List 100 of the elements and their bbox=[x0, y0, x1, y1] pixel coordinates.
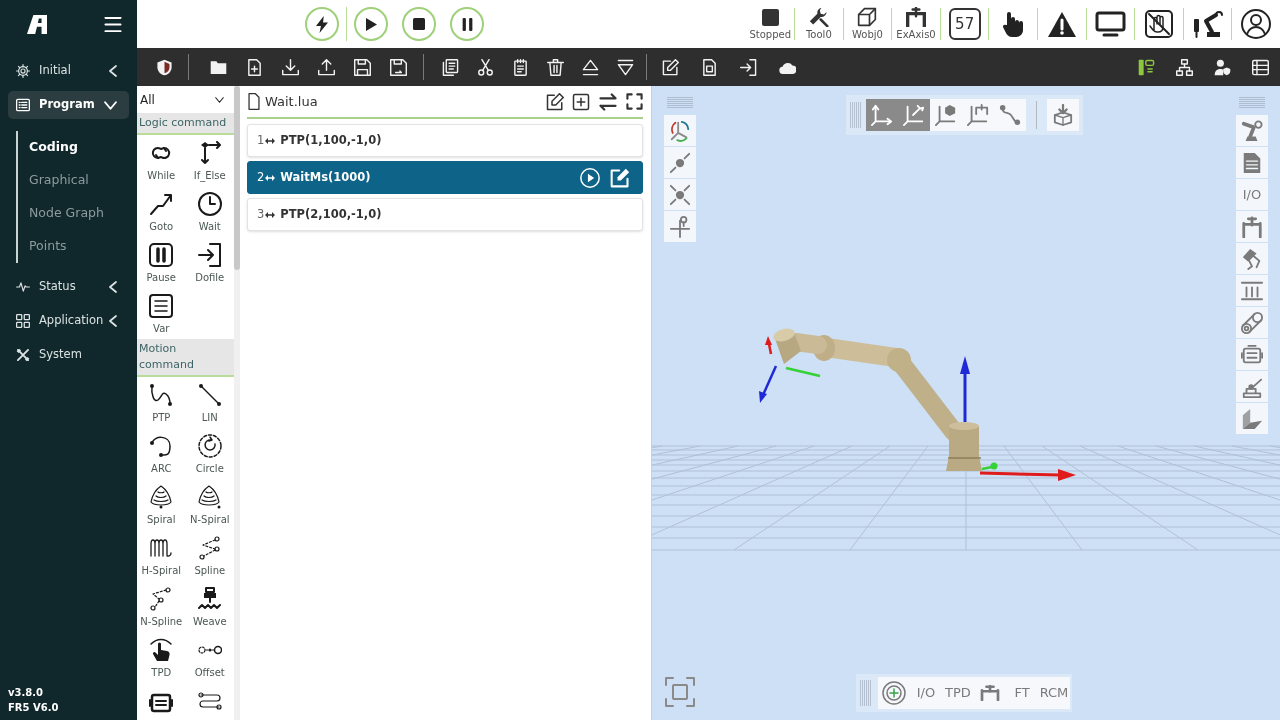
command-item[interactable]: Pause bbox=[137, 237, 186, 288]
add-box-icon[interactable] bbox=[572, 92, 590, 111]
command-item[interactable]: Var bbox=[137, 288, 186, 339]
drag-handle-icon[interactable] bbox=[1239, 97, 1265, 109]
path-icon[interactable] bbox=[994, 99, 1026, 131]
triangle-down-icon[interactable] bbox=[617, 58, 634, 76]
toolbar-button[interactable]: RCM bbox=[1038, 677, 1070, 709]
command-item[interactable]: Circle bbox=[185, 428, 234, 479]
io-module-icon[interactable] bbox=[1137, 58, 1155, 76]
scissors-icon[interactable] bbox=[477, 58, 494, 76]
user-shield-icon[interactable] bbox=[1213, 58, 1231, 76]
icon-caption-button[interactable]: Wobj0 bbox=[843, 7, 892, 41]
workpiece-frame-icon[interactable] bbox=[930, 99, 962, 131]
filter-select[interactable]: All bbox=[137, 86, 234, 113]
nav-subitem[interactable]: Graphical bbox=[18, 164, 137, 197]
number-display[interactable]: 57 bbox=[948, 8, 981, 40]
folder-icon[interactable] bbox=[209, 58, 227, 76]
upload-icon[interactable] bbox=[317, 58, 335, 76]
edit-icon[interactable] bbox=[546, 92, 564, 111]
command-item[interactable]: If_Else bbox=[185, 135, 234, 186]
toolbar-button[interactable]: FT bbox=[1006, 677, 1038, 709]
expand-icon[interactable] bbox=[664, 179, 696, 210]
pause-button[interactable] bbox=[450, 7, 484, 41]
command-item[interactable]: N-Spline bbox=[137, 581, 186, 632]
icon-caption-button[interactable]: Tool0 bbox=[795, 7, 843, 41]
command-item[interactable]: PTP bbox=[137, 377, 186, 428]
crosshair-pin-icon[interactable] bbox=[664, 211, 696, 242]
trash-icon[interactable] bbox=[547, 58, 564, 76]
command-item[interactable]: LIN bbox=[185, 377, 234, 428]
motor-icon[interactable] bbox=[149, 691, 174, 715]
stop-button[interactable] bbox=[402, 7, 436, 41]
target-icon[interactable] bbox=[878, 677, 910, 709]
lightning-button[interactable] bbox=[305, 7, 339, 41]
logo-icon[interactable] bbox=[26, 14, 48, 34]
box-download-icon[interactable] bbox=[1047, 99, 1079, 131]
menu-icon[interactable] bbox=[104, 16, 122, 32]
fullscreen-icon[interactable] bbox=[626, 93, 643, 110]
fit-view-icon[interactable] bbox=[664, 676, 696, 708]
clipboard-icon[interactable] bbox=[442, 58, 459, 76]
notepad-icon[interactable] bbox=[512, 58, 529, 76]
command-item[interactable]: Weave bbox=[185, 581, 234, 632]
tool-frame-icon[interactable] bbox=[898, 99, 930, 131]
no-hand-icon[interactable] bbox=[1145, 10, 1173, 38]
icon-caption-button[interactable]: Stopped bbox=[746, 7, 795, 41]
shield-icon[interactable] bbox=[155, 58, 173, 76]
save-as-icon[interactable] bbox=[389, 58, 407, 76]
nav-subitem[interactable]: Node Graph bbox=[18, 197, 137, 230]
document-icon[interactable] bbox=[701, 58, 718, 76]
command-item[interactable]: Spline bbox=[185, 530, 234, 581]
command-item[interactable]: Spiral bbox=[137, 479, 186, 530]
command-item[interactable]: Dofile bbox=[185, 237, 234, 288]
file-plus-icon[interactable] bbox=[245, 58, 263, 76]
gantry-icon[interactable] bbox=[1236, 211, 1268, 242]
drag-handle-icon[interactable] bbox=[850, 100, 862, 130]
command-item[interactable]: Wait bbox=[185, 186, 234, 237]
save-icon[interactable] bbox=[353, 58, 371, 76]
command-item[interactable]: Offset bbox=[185, 632, 234, 683]
rotate-axes-icon[interactable] bbox=[664, 115, 696, 146]
login-icon[interactable] bbox=[740, 58, 757, 76]
table-icon[interactable] bbox=[1251, 58, 1269, 76]
gripper-icon[interactable] bbox=[1236, 243, 1268, 274]
nav-subitem[interactable]: Coding bbox=[18, 131, 137, 164]
nav-item[interactable]: Program bbox=[8, 91, 129, 119]
station-icon[interactable] bbox=[1236, 371, 1268, 402]
nav-item[interactable]: Initial bbox=[8, 57, 129, 85]
nav-item[interactable]: Status bbox=[8, 273, 129, 301]
command-item[interactable]: H-Spiral bbox=[137, 530, 186, 581]
scrollbar[interactable] bbox=[234, 86, 240, 270]
drag-handle-icon[interactable] bbox=[860, 678, 872, 708]
nav-item[interactable]: System bbox=[8, 341, 129, 369]
nav-item[interactable]: Application bbox=[8, 307, 129, 335]
move-icon[interactable] bbox=[664, 147, 696, 178]
command-item[interactable]: Goto bbox=[137, 186, 186, 237]
monitor-icon[interactable] bbox=[1094, 11, 1126, 37]
command-item[interactable]: ARC bbox=[137, 428, 186, 479]
rail-icon[interactable] bbox=[1236, 275, 1268, 306]
chain-icon[interactable] bbox=[1236, 307, 1268, 338]
play-circle-icon[interactable] bbox=[580, 167, 600, 188]
robot-arm-icon[interactable] bbox=[1192, 10, 1223, 38]
eject-icon[interactable] bbox=[582, 58, 599, 76]
hand-icon[interactable] bbox=[1003, 11, 1024, 37]
toolbar-button[interactable]: I/O bbox=[1236, 179, 1268, 210]
corner-icon[interactable] bbox=[1236, 403, 1268, 434]
swap-icon[interactable] bbox=[598, 92, 618, 111]
play-button[interactable] bbox=[354, 7, 388, 41]
warning-icon[interactable] bbox=[1046, 10, 1077, 38]
icon-caption-button[interactable]: ExAxis0 bbox=[892, 7, 940, 41]
network-icon[interactable] bbox=[1175, 58, 1193, 76]
edit-icon[interactable] bbox=[662, 58, 679, 76]
drag-handle-icon[interactable] bbox=[667, 97, 693, 109]
command-item[interactable]: N-Spiral bbox=[185, 479, 234, 530]
base-frame-icon[interactable] bbox=[866, 99, 898, 131]
nav-subitem[interactable]: Points bbox=[18, 230, 137, 263]
toolbar-button[interactable]: I/O bbox=[910, 677, 942, 709]
command-item[interactable]: While bbox=[137, 135, 186, 186]
user-icon[interactable] bbox=[1241, 9, 1272, 39]
toolbar-button[interactable]: TPD bbox=[942, 677, 974, 709]
edit-square-icon[interactable] bbox=[610, 167, 630, 188]
download-icon[interactable] bbox=[281, 58, 299, 76]
command-item[interactable]: TPD bbox=[137, 632, 186, 683]
